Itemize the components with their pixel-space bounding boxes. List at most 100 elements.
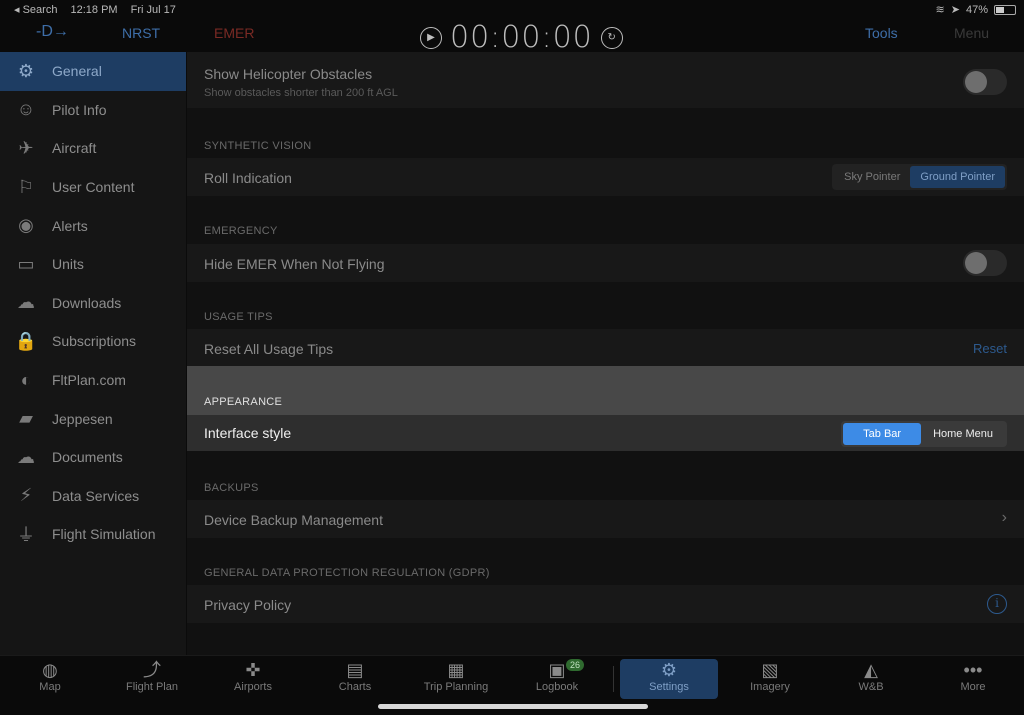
- battery-icon: [994, 4, 1016, 15]
- roll-indication-row: Roll Indication Sky Pointer Ground Point…: [187, 158, 1024, 196]
- timer-display: 00:00:00: [450, 20, 593, 55]
- tab-flight-plan[interactable]: ⤴ Flight Plan: [103, 659, 201, 699]
- section-backups: BACKUPS: [204, 482, 259, 494]
- status-date: Fri Jul 17: [130, 4, 176, 16]
- charts-icon: ▤: [346, 660, 364, 680]
- ruler-icon: ▭: [17, 253, 35, 274]
- direct-to-button[interactable]: -D→: [36, 23, 69, 41]
- status-bar: ◂ Search 12:18 PM Fri Jul 17 ≋ ➤ 47%: [0, 0, 1024, 20]
- airplane-icon: ✈: [18, 137, 34, 158]
- tab-settings[interactable]: ⚙ Settings: [620, 659, 718, 699]
- sidebar-item-label: Downloads: [52, 294, 122, 311]
- sidebar-item-label: Subscriptions: [52, 333, 137, 350]
- sidebar-item-alerts[interactable]: ◉ Alerts: [0, 206, 186, 245]
- tab-charts[interactable]: ▤ Charts: [306, 659, 404, 699]
- gear-icon: ⚙: [17, 60, 35, 81]
- logbook-badge: 26: [565, 659, 584, 671]
- sidebar-item-jeppesen[interactable]: ▰ Jeppesen: [0, 399, 186, 438]
- emer-button[interactable]: EMER: [214, 25, 254, 41]
- reset-usage-tips-label: Reset All Usage Tips: [204, 341, 334, 357]
- privacy-policy-label: Privacy Policy: [204, 597, 292, 613]
- interface-style-label: Interface style: [204, 425, 292, 441]
- privacy-policy-row[interactable]: Privacy Policy i: [187, 585, 1024, 623]
- home-menu-option[interactable]: Home Menu: [921, 423, 1005, 445]
- data-services-icon: ⚡: [19, 485, 33, 506]
- tab-label: W&B: [858, 681, 884, 693]
- sidebar-item-flight-simulation[interactable]: ⏚ Flight Simulation: [0, 515, 186, 554]
- sidebar-item-aircraft[interactable]: ✈ Aircraft: [0, 129, 186, 168]
- tab-bar-option[interactable]: Tab Bar: [843, 423, 922, 445]
- bottom-tab-bar: ◍ Map ⤴ Flight Plan ✜ Airports ▤ Charts ▦ Trip Pl…: [0, 655, 1024, 715]
- sidebar-item-label: FltPlan.com: [52, 372, 126, 389]
- hide-emer-toggle[interactable]: [963, 250, 1007, 276]
- helicopter-obstacles-sub: Show obstacles shorter than 200 ft AGL: [204, 87, 398, 99]
- joystick-icon: ⏚: [17, 525, 35, 546]
- sidebar-item-general[interactable]: ⚙ General: [0, 52, 186, 91]
- section-gdpr: GENERAL DATA PROTECTION REGULATION (GDPR…: [204, 567, 490, 579]
- device-backup-label: Device Backup Management: [204, 512, 383, 528]
- sidebar-item-downloads[interactable]: ☁ Downloads: [0, 284, 186, 323]
- interface-style-row: Interface style Tab Bar Home Menu: [187, 415, 1024, 451]
- sidebar-item-subscriptions[interactable]: 🔒 Subscriptions: [0, 322, 186, 361]
- more-icon: •••: [963, 660, 983, 680]
- sidebar-item-label: Documents: [52, 449, 123, 466]
- sidebar-item-label: Jeppesen: [52, 410, 113, 427]
- location-icon: ➤: [950, 4, 960, 16]
- settings-sidebar: ⚙ General ☺ Pilot Info ✈ Aircraft ⚐ User Conten…: [0, 52, 186, 655]
- sidebar-item-label: Units: [52, 256, 84, 273]
- sidebar-item-label: Flight Simulation: [52, 526, 156, 543]
- reset-button[interactable]: Reset: [973, 341, 1007, 356]
- sidebar-item-data-services[interactable]: ⚡ Data Services: [0, 477, 186, 516]
- info-icon[interactable]: i: [987, 594, 1007, 614]
- ground-pointer-option[interactable]: Ground Pointer: [910, 166, 1005, 188]
- helicopter-obstacles-row: Show Helicopter Obstacles Show obstacles…: [187, 52, 1024, 108]
- sidebar-item-pilot-info[interactable]: ☺ Pilot Info: [0, 91, 186, 130]
- weight-balance-icon: ◭: [864, 660, 878, 680]
- tools-button[interactable]: Tools: [865, 25, 898, 41]
- sidebar-item-label: User Content: [52, 179, 135, 196]
- interface-style-segmented: Tab Bar Home Menu: [841, 421, 1007, 447]
- reset-timer-icon[interactable]: ↻: [600, 26, 623, 49]
- sidebar-item-documents[interactable]: ☁ Documents: [0, 438, 186, 477]
- tab-map[interactable]: ◍ Map: [1, 659, 99, 699]
- sidebar-item-user-content[interactable]: ⚐ User Content: [0, 168, 186, 207]
- home-indicator[interactable]: [378, 704, 648, 709]
- play-icon[interactable]: ▶: [420, 26, 442, 49]
- tab-w-b[interactable]: ◭ W&B: [822, 659, 920, 699]
- tab-imagery[interactable]: ▧ Imagery: [721, 659, 819, 699]
- sky-pointer-option[interactable]: Sky Pointer: [834, 166, 910, 188]
- roll-indication-segmented: Sky Pointer Ground Pointer: [832, 164, 1007, 190]
- flag-icon: ⚐: [17, 176, 35, 197]
- flight-plan-icon: ⤴: [143, 660, 161, 680]
- settings-content: Show Helicopter Obstacles Show obstacles…: [187, 52, 1024, 655]
- logbook-icon: ▣: [548, 660, 566, 680]
- sidebar-item-label: Aircraft: [52, 140, 97, 157]
- tab-trip-planning[interactable]: ▦ Trip Planning: [407, 659, 505, 699]
- section-synthetic-vision: SYNTHETIC VISION: [204, 140, 312, 152]
- menu-button[interactable]: Menu: [954, 25, 989, 41]
- tab-label: Imagery: [750, 681, 790, 693]
- tab-more[interactable]: ••• More: [924, 659, 1022, 699]
- top-toolbar: -D→ NRST EMER ▶ 00:00:00 ↻ Tools Menu: [0, 20, 1024, 55]
- tab-airports[interactable]: ✜ Airports: [204, 659, 302, 699]
- tab-label: Flight Plan: [126, 681, 178, 693]
- nrst-button[interactable]: NRST: [122, 25, 160, 41]
- lock-icon: 🔒: [14, 330, 38, 351]
- tab-label: Charts: [338, 681, 372, 693]
- tab-label: Airports: [234, 681, 272, 693]
- tab-label: Trip Planning: [423, 681, 489, 693]
- device-backup-row[interactable]: Device Backup Management ›: [187, 500, 1024, 538]
- helicopter-obstacles-toggle[interactable]: [963, 69, 1007, 95]
- hide-emer-label: Hide EMER When Not Flying: [204, 256, 385, 272]
- sidebar-item-units[interactable]: ▭ Units: [0, 245, 186, 284]
- section-emergency: EMERGENCY: [204, 225, 278, 237]
- tab-logbook[interactable]: ▣ Logbook 26: [508, 659, 606, 699]
- jeppesen-icon: ▰: [19, 408, 33, 429]
- settings-icon: ⚙: [660, 660, 678, 680]
- back-to-search[interactable]: ◂ Search: [14, 4, 57, 16]
- pilot-icon: ☺: [16, 99, 36, 120]
- status-time: 12:18 PM: [70, 4, 118, 16]
- sidebar-item-fltplan-com[interactable]: ◐ FltPlan.com: [0, 361, 186, 400]
- airport-icon: ✜: [245, 660, 261, 680]
- wifi-icon: ≋: [935, 4, 945, 16]
